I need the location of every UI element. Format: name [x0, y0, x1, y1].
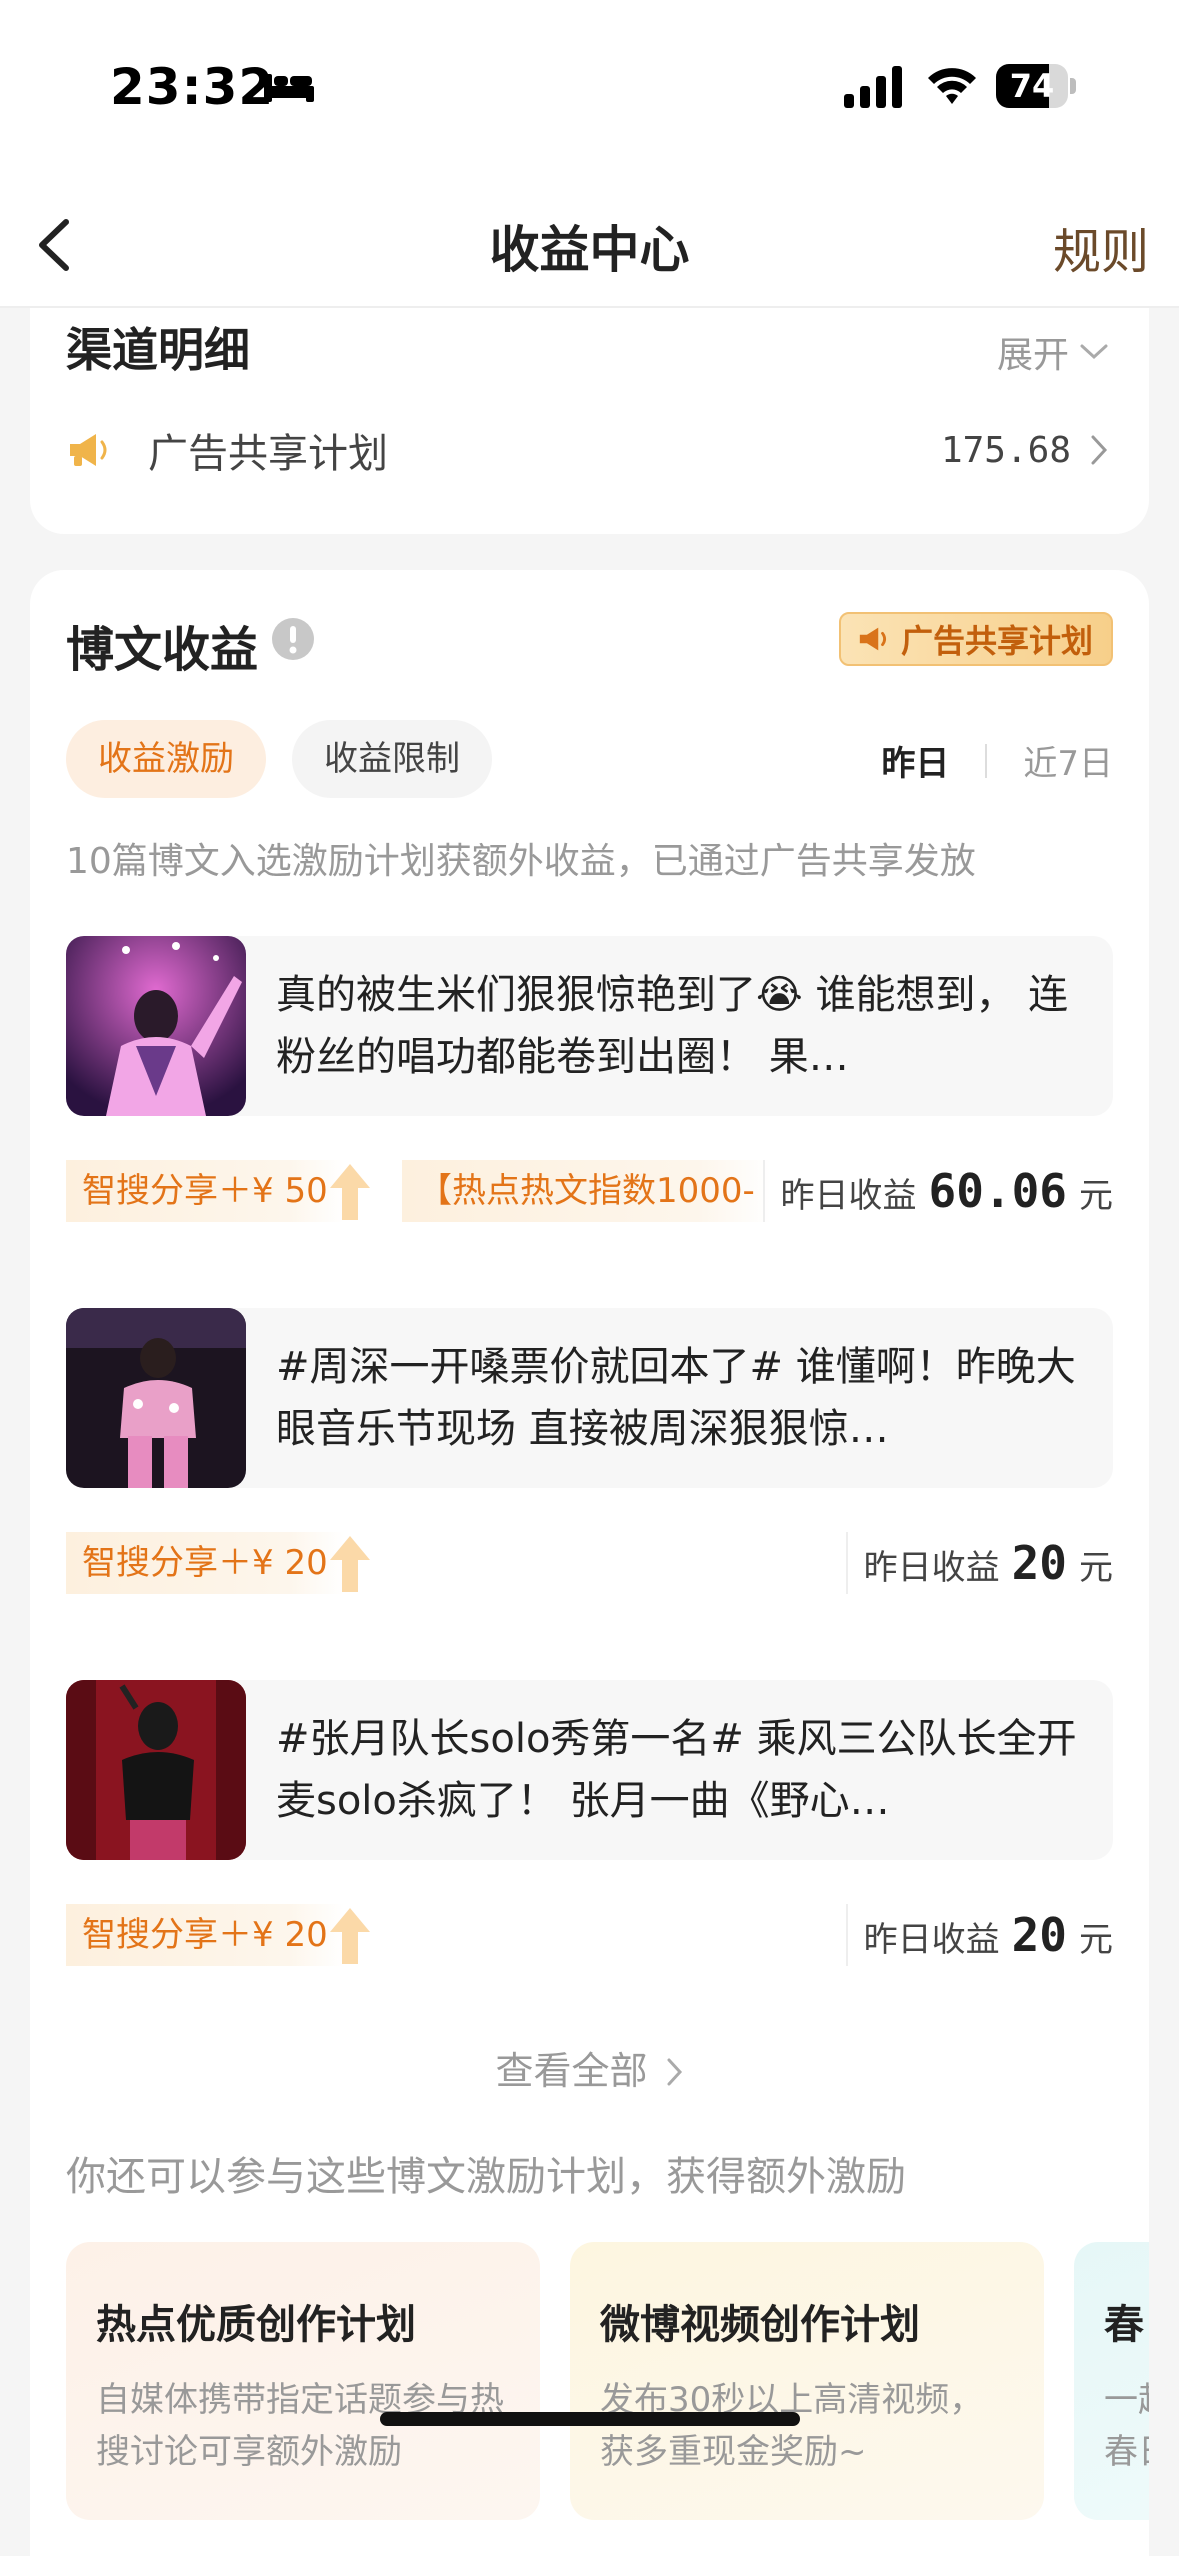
earnings-value: 20: [1011, 1908, 1067, 1962]
tag-hot-post-index: 【热点热文指数1000-: [402, 1160, 771, 1222]
post-text: #周深一开嗓票价就回本了# 谁懂啊！昨晚大眼音乐节现场 直接被周深狠狠惊…: [276, 1344, 1076, 1452]
post-thumbnail: [66, 936, 246, 1116]
cellular-signal-icon: [844, 66, 902, 108]
plan-card-hot-quality[interactable]: 热点优质创作计划 自媒体携带指定话题参与热搜讨论可享额外激励: [66, 2242, 540, 2520]
earnings-label: 昨日收益: [863, 1920, 1000, 1960]
expand-label: 展开: [996, 335, 1069, 376]
period-switch: 昨日 近7日: [881, 736, 1113, 785]
incentive-description: 10篇博文入选激励计划获额外收益，已通过广告共享发放: [66, 841, 976, 882]
info-icon[interactable]: [270, 616, 316, 662]
battery-indicator: 74: [996, 64, 1076, 108]
tag-smart-search-share: 智搜分享＋¥ 50: [66, 1160, 344, 1222]
expand-button[interactable]: 展开: [997, 326, 1109, 378]
wifi-icon: [928, 68, 976, 104]
status-time: 23:32: [110, 58, 275, 116]
earnings-label: 昨日收益: [863, 1548, 1000, 1588]
bed-icon: [264, 74, 314, 102]
post-earnings: 昨日收益 60.06 元: [762, 1160, 1113, 1222]
post-earnings: 昨日收益 20 元: [845, 1904, 1113, 1966]
tab-earnings-incentive[interactable]: 收益激励: [66, 720, 266, 798]
post-card[interactable]: 真的被生米们狠狠惊艳到了😭 谁能想到， 连粉丝的唱功都能卷到出圈！ 果…: [66, 936, 1113, 1116]
header: 23:32 74 收益中心 规则: [0, 0, 1179, 308]
period-yesterday[interactable]: 昨日: [881, 736, 949, 785]
post-text: #张月队长solo秀第一名# 乘风三公队长全开麦solo杀疯了！ 张月一曲《野心…: [276, 1716, 1077, 1824]
chevron-right-icon: [667, 2058, 682, 2086]
post-text: 真的被生米们狠狠惊艳到了😭 谁能想到， 连粉丝的唱功都能卷到出圈！ 果…: [276, 972, 1069, 1080]
plan-desc: 发布30秒以上高清视频，获多重现金奖励~: [600, 2380, 984, 2472]
view-all-label: 查看全部: [495, 2049, 648, 2093]
plan-title: 春: [1104, 2302, 1144, 2348]
post-earnings-card: 博文收益 广告共享计划 收益激励 收益限制 昨日 近7日 10篇博文入选激励计划…: [30, 570, 1149, 2556]
battery-level-text: 74: [1009, 67, 1055, 105]
megaphone-icon: [70, 434, 107, 466]
post-earnings: 昨日收益 20 元: [845, 1532, 1113, 1594]
arrow-up-icon: [330, 1536, 370, 1592]
home-indicator[interactable]: [380, 2412, 800, 2426]
megaphone-icon: [859, 627, 887, 651]
earnings-label: 昨日收益: [780, 1176, 917, 1216]
plan-desc: 自媒体携带指定话题参与热搜讨论可享额外激励: [96, 2380, 504, 2472]
tag-smart-search-share: 智搜分享＋¥ 20: [66, 1904, 344, 1966]
post-earnings-title: 博文收益: [66, 622, 259, 678]
more-plans-description: 你还可以参与这些博文激励计划，获得额外激励: [66, 2154, 906, 2200]
post-thumbnail: [66, 1680, 246, 1860]
earnings-unit: 元: [1079, 1920, 1113, 1960]
plan-card-spring[interactable]: 春 一起 春日: [1074, 2242, 1149, 2520]
ad-share-badge-label: 广告共享计划: [900, 622, 1093, 660]
post-thumbnail: [66, 1308, 246, 1488]
arrow-up-icon: [330, 1164, 370, 1220]
rules-link[interactable]: 规则: [1053, 212, 1149, 282]
channel-row-ad-share[interactable]: 广告共享计划 175.68: [66, 410, 1109, 490]
post-card[interactable]: #张月队长solo秀第一名# 乘风三公队长全开麦solo杀疯了！ 张月一曲《野心…: [66, 1680, 1113, 1860]
tag-smart-search-share: 智搜分享＋¥ 20: [66, 1532, 344, 1594]
tab-earnings-limit[interactable]: 收益限制: [292, 720, 492, 798]
channel-amount: 175.68: [940, 429, 1071, 471]
ad-share-badge[interactable]: 广告共享计划: [838, 612, 1113, 666]
chevron-right-icon: [1091, 435, 1108, 465]
earnings-value: 20: [1011, 1536, 1067, 1590]
period-last-7-days[interactable]: 近7日: [1023, 736, 1113, 785]
plan-desc: 一起 春日: [1104, 2380, 1149, 2472]
plan-title: 微博视频创作计划: [600, 2302, 920, 2348]
view-all-button[interactable]: 查看全部: [30, 2040, 1149, 2095]
channel-name: 广告共享计划: [148, 431, 388, 477]
earnings-unit: 元: [1079, 1176, 1113, 1216]
chevron-down-icon: [1080, 344, 1108, 360]
page-title: 收益中心: [489, 221, 690, 279]
post-card[interactable]: #周深一开嗓票价就回本了# 谁懂啊！昨晚大眼音乐节现场 直接被周深狠狠惊…: [66, 1308, 1113, 1488]
plan-card-video[interactable]: 微博视频创作计划 发布30秒以上高清视频，获多重现金奖励~: [570, 2242, 1044, 2520]
plan-title: 热点优质创作计划: [96, 2302, 416, 2348]
channel-detail-title: 渠道明细: [66, 323, 250, 377]
earnings-value: 60.06: [928, 1164, 1067, 1218]
earnings-unit: 元: [1079, 1548, 1113, 1588]
arrow-up-icon: [330, 1908, 370, 1964]
